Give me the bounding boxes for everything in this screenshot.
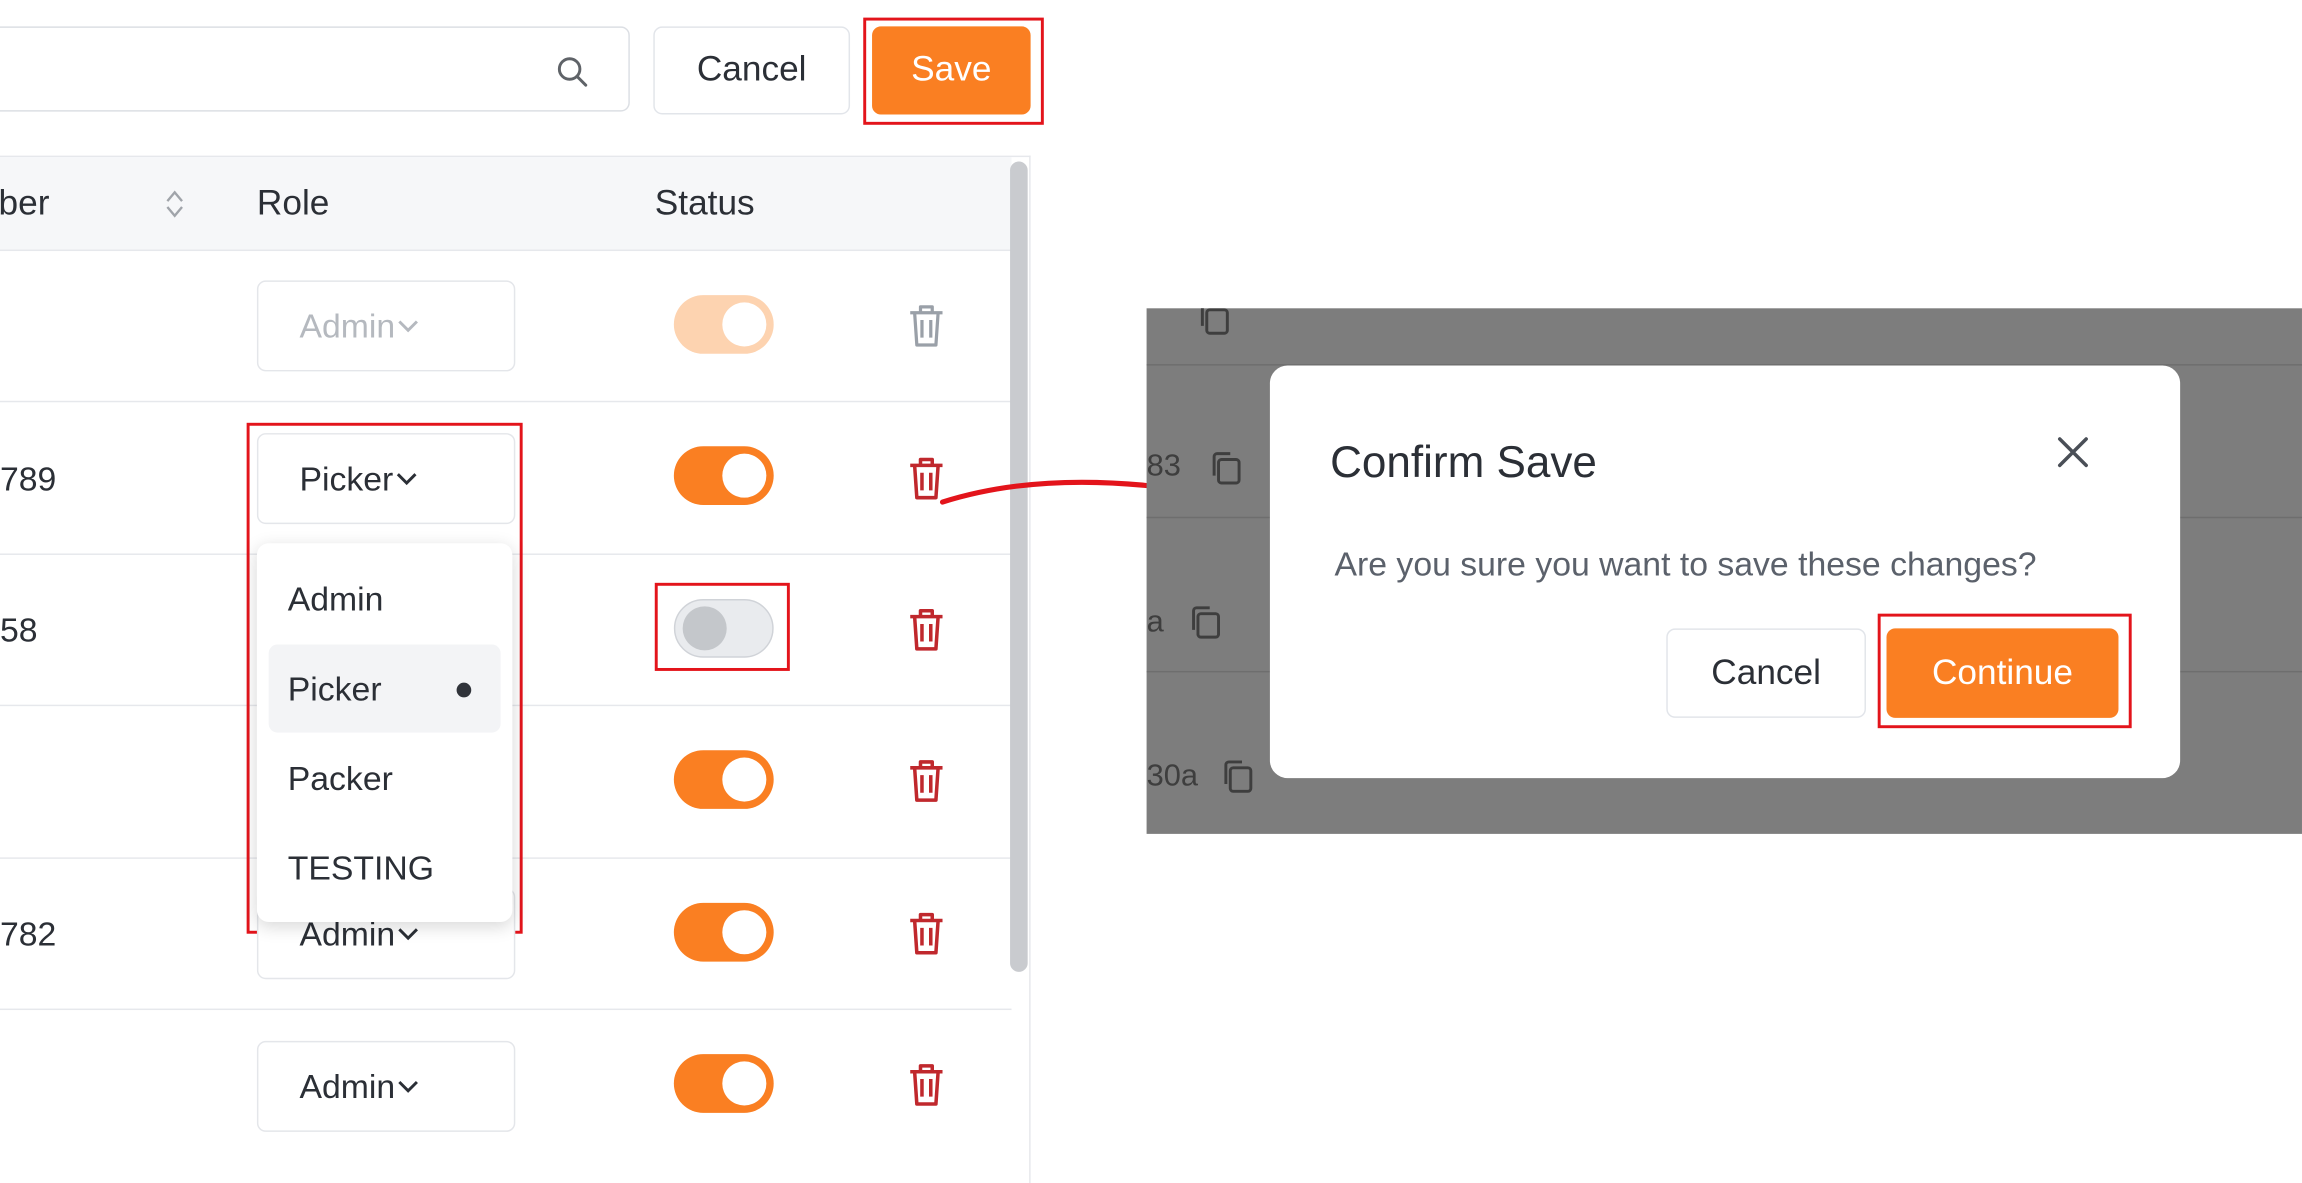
chevron-down-icon bbox=[398, 1080, 419, 1093]
trash-icon[interactable] bbox=[906, 606, 947, 653]
confirm-save-dialog: Confirm Save Are you sure you want to sa… bbox=[1269, 365, 2181, 779]
dropdown-option-testing[interactable]: TESTING bbox=[269, 824, 501, 912]
dropdown-option-label: Picker bbox=[287, 668, 382, 707]
role-select-value: Admin bbox=[299, 306, 396, 345]
trash-icon[interactable] bbox=[906, 758, 947, 805]
column-header-number: ber bbox=[0, 183, 50, 224]
selected-dot-icon bbox=[456, 682, 472, 698]
role-select-value: Picker bbox=[299, 458, 394, 497]
dialog-message: Are you sure you want to save these chan… bbox=[1334, 544, 2037, 583]
status-toggle[interactable] bbox=[673, 598, 774, 658]
trash-icon[interactable] bbox=[906, 910, 947, 957]
dialog-title: Confirm Save bbox=[1330, 438, 1597, 488]
cancel-button[interactable]: Cancel bbox=[653, 26, 851, 115]
copy-icon bbox=[1200, 308, 1229, 335]
close-icon[interactable] bbox=[2057, 436, 2089, 468]
status-toggle[interactable] bbox=[673, 902, 774, 962]
background-cell: a bbox=[1146, 604, 1164, 639]
role-select-value: Admin bbox=[299, 1066, 396, 1105]
cell-number: 789 bbox=[0, 459, 57, 498]
role-select[interactable]: Picker bbox=[256, 433, 516, 525]
dropdown-option-picker[interactable]: Picker bbox=[268, 644, 501, 733]
status-toggle[interactable] bbox=[673, 295, 774, 354]
trash-icon[interactable] bbox=[906, 302, 947, 349]
cell-number: 782 bbox=[0, 914, 57, 953]
column-header-role: Role bbox=[256, 183, 330, 224]
trash-icon[interactable] bbox=[906, 1061, 947, 1108]
cell-number: 58 bbox=[0, 610, 38, 649]
copy-icon bbox=[1212, 452, 1241, 485]
background-cell: 30a bbox=[1146, 759, 1199, 793]
copy-icon bbox=[1224, 760, 1253, 793]
chevron-down-icon bbox=[398, 320, 419, 333]
role-select[interactable]: Admin bbox=[256, 280, 516, 372]
status-toggle[interactable] bbox=[673, 1054, 774, 1113]
save-button[interactable]: Save bbox=[872, 26, 1031, 115]
role-select[interactable]: Admin bbox=[256, 1040, 516, 1132]
dropdown-option-packer[interactable]: Packer bbox=[269, 734, 501, 822]
search-icon bbox=[557, 57, 588, 87]
status-toggle[interactable] bbox=[673, 446, 774, 506]
status-toggle[interactable] bbox=[673, 750, 774, 809]
table-scrollbar[interactable] bbox=[1010, 161, 1028, 972]
continue-button[interactable]: Continue bbox=[1886, 628, 2119, 718]
role-dropdown-menu: Admin Picker Packer TESTING bbox=[256, 543, 513, 922]
background-cell: 83 bbox=[1146, 449, 1181, 484]
copy-icon bbox=[1192, 606, 1220, 639]
dialog-cancel-button[interactable]: Cancel bbox=[1666, 628, 1866, 718]
sort-icon[interactable] bbox=[163, 188, 186, 220]
search-input[interactable] bbox=[0, 26, 630, 112]
column-header-status: Status bbox=[654, 183, 755, 224]
table-header: ber Role Status bbox=[0, 157, 1012, 252]
dropdown-option-admin[interactable]: Admin bbox=[269, 555, 501, 643]
chevron-down-icon bbox=[396, 473, 417, 486]
